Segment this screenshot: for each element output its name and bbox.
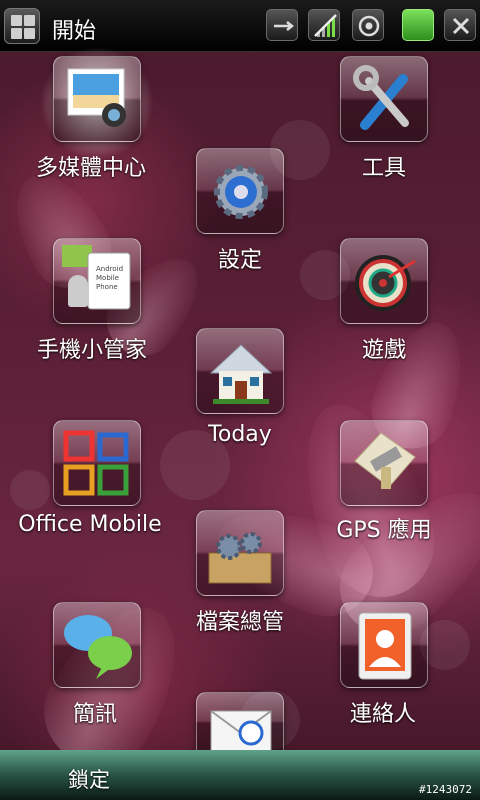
multimedia-tile[interactable] [53, 56, 141, 142]
photo-camera-icon [67, 68, 126, 127]
start-menu-icon-square [11, 28, 22, 39]
office-label: Office Mobile [18, 512, 162, 537]
start-menu-icon [11, 15, 22, 26]
email-tile[interactable] [196, 692, 284, 752]
start-menu-button[interactable] [4, 8, 40, 44]
phone-manager-tile[interactable]: Android Mobile Phone [53, 238, 141, 324]
android-phone-icon: Android Mobile Phone [62, 245, 131, 310]
settings-tile[interactable] [196, 148, 284, 234]
file-manager-tile[interactable] [196, 510, 284, 596]
office-tile[interactable] [53, 420, 141, 506]
today-tile[interactable] [196, 328, 284, 414]
svg-text:Android: Android [96, 265, 123, 273]
messaging-label: 簡訊 [72, 702, 117, 727]
chat-bubbles-icon [64, 615, 132, 679]
dartboard-icon [355, 255, 416, 311]
gps-tile[interactable] [340, 420, 428, 506]
gear-icon [214, 165, 268, 219]
start-menu-icon-square [24, 15, 35, 26]
battery-icon[interactable] [402, 9, 434, 41]
office-icon [63, 430, 129, 496]
svg-text:Phone: Phone [96, 283, 118, 291]
messaging-tile[interactable] [53, 602, 141, 688]
games-label: 遊戲 [361, 338, 406, 363]
usb-sync-icon[interactable] [266, 9, 298, 41]
screen-title: 開始 [52, 19, 97, 44]
background-bokeh [10, 470, 50, 510]
signal-icon[interactable] [308, 9, 340, 41]
gears-box-icon [208, 532, 272, 584]
tools-icon [353, 65, 409, 130]
lock-softkey[interactable]: 鎖定 [68, 764, 110, 794]
contacts-tile[interactable] [340, 602, 428, 688]
watermark: #1243072 [419, 783, 472, 796]
satellite-map-icon [354, 432, 416, 489]
status-bar: 開始 [0, 0, 480, 52]
close-button[interactable] [444, 9, 476, 41]
phone-manager-label: 手機小管家 [36, 338, 147, 363]
contacts-label: 連絡人 [349, 702, 416, 727]
multimedia-label: 多媒體中心 [35, 156, 146, 181]
start-menu-icon-square [24, 28, 35, 39]
email-icon [210, 710, 272, 751]
contacts-card-icon [358, 612, 412, 680]
volume-icon[interactable] [352, 9, 384, 41]
svg-text:Mobile: Mobile [96, 274, 119, 282]
close-icon [452, 17, 470, 35]
tools-label: 工具 [361, 156, 406, 181]
settings-label: 設定 [217, 248, 262, 273]
house-icon [209, 344, 273, 404]
games-tile[interactable] [340, 238, 428, 324]
today-label: Today [208, 422, 272, 447]
gps-label: GPS 應用 [336, 518, 432, 543]
tools-tile[interactable] [340, 56, 428, 142]
file-manager-label: 檔案總管 [195, 610, 284, 635]
